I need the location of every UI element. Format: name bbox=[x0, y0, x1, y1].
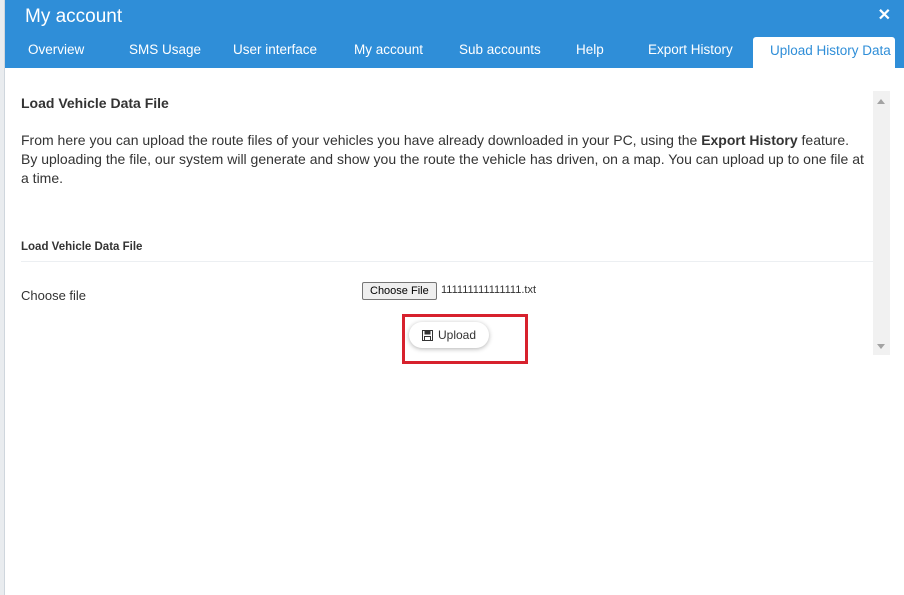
tab-user-interface[interactable]: User interface bbox=[233, 36, 317, 68]
description-text: From here you can upload the route files… bbox=[21, 132, 702, 148]
description-text-suffix: feature. bbox=[797, 132, 850, 148]
tab-sms-usage[interactable]: SMS Usage bbox=[129, 36, 201, 68]
section-title: Load Vehicle Data File bbox=[21, 95, 169, 111]
highlight-box bbox=[402, 314, 528, 364]
upload-panel: Load Vehicle Data File From here you can… bbox=[21, 88, 873, 364]
tab-my-account[interactable]: My account bbox=[354, 36, 423, 68]
tab-overview[interactable]: Overview bbox=[28, 36, 84, 68]
vertical-scrollbar[interactable] bbox=[873, 91, 890, 355]
my-account-dialog: My account ✕ Overview SMS Usage User int… bbox=[4, 0, 904, 595]
form-subheader: Load Vehicle Data File bbox=[21, 240, 873, 262]
tab-export-history[interactable]: Export History bbox=[648, 36, 733, 68]
tab-sub-accounts[interactable]: Sub accounts bbox=[459, 36, 541, 68]
tab-help[interactable]: Help bbox=[576, 36, 604, 68]
tab-bar: Overview SMS Usage User interface My acc… bbox=[5, 36, 904, 68]
tab-upload-history-data[interactable]: Upload History Data bbox=[753, 37, 895, 68]
export-history-emphasis: Export History bbox=[701, 132, 798, 148]
dialog-title: My account bbox=[25, 6, 123, 27]
choose-file-label: Choose file bbox=[21, 288, 87, 303]
scroll-up-arrow-icon[interactable] bbox=[877, 99, 885, 104]
selected-file-name: 111111111111111.txt bbox=[441, 284, 537, 296]
close-icon[interactable]: ✕ bbox=[878, 6, 891, 26]
description: From here you can upload the route files… bbox=[21, 131, 873, 188]
scroll-down-arrow-icon[interactable] bbox=[877, 344, 885, 349]
description-text-2: By uploading the file, our system will g… bbox=[21, 151, 864, 186]
choose-file-button[interactable]: Choose File bbox=[362, 282, 437, 300]
dialog-header: My account ✕ Overview SMS Usage User int… bbox=[5, 0, 904, 68]
